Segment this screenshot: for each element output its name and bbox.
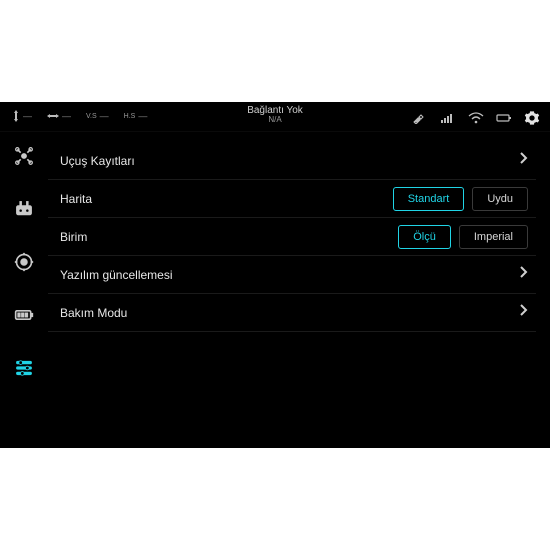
chevron-right-icon: [518, 265, 528, 284]
unit-segmented: Ölçü Imperial: [398, 225, 528, 249]
status-subtitle: N/A: [247, 116, 303, 125]
row-label: Harita: [60, 192, 92, 206]
sidebar-item-battery[interactable]: [14, 305, 34, 330]
row-software-update[interactable]: Yazılım güncellemesi: [48, 256, 536, 294]
status-left: — — V.S — H.S —: [12, 110, 148, 122]
top-bar: — — V.S — H.S — Bağlantı Yok N/A: [0, 102, 550, 132]
sidebar-item-general[interactable]: [14, 358, 34, 383]
map-option-satellite[interactable]: Uydu: [472, 187, 528, 211]
sidebar-item-remote[interactable]: [14, 199, 34, 224]
hspeed-indicator: H.S —: [124, 111, 149, 121]
unit-option-metric[interactable]: Ölçü: [398, 225, 451, 249]
app-window: — — V.S — H.S — Bağlantı Yok N/A: [0, 102, 550, 448]
content-body: Uçuş Kayıtları Harita Standart Uydu Biri…: [0, 132, 550, 448]
row-map: Harita Standart Uydu: [48, 180, 536, 218]
chevron-right-icon: [518, 151, 528, 170]
satellite-icon: [412, 112, 428, 124]
altitude-indicator: —: [12, 110, 33, 122]
sidebar: [0, 132, 48, 448]
chevron-right-icon: [518, 303, 528, 322]
row-label: Uçuş Kayıtları: [60, 154, 135, 168]
map-segmented: Standart Uydu: [393, 187, 528, 211]
vspeed-indicator: V.S —: [86, 111, 110, 121]
unit-option-imperial[interactable]: Imperial: [459, 225, 528, 249]
settings-icon[interactable]: [524, 110, 540, 126]
row-label: Bakım Modu: [60, 306, 127, 320]
connection-status: Bağlantı Yok N/A: [247, 105, 303, 125]
row-label: Yazılım güncellemesi: [60, 268, 173, 282]
map-option-standard[interactable]: Standart: [393, 187, 465, 211]
battery-icon: [496, 112, 512, 124]
row-flight-records[interactable]: Uçuş Kayıtları: [48, 142, 536, 180]
sidebar-item-gimbal[interactable]: [14, 252, 34, 277]
wifi-icon: [468, 112, 484, 124]
row-label: Birim: [60, 230, 87, 244]
sidebar-item-drone[interactable]: [14, 146, 34, 171]
row-unit: Birim Ölçü Imperial: [48, 218, 536, 256]
settings-list: Uçuş Kayıtları Harita Standart Uydu Biri…: [48, 132, 550, 448]
status-right: [412, 110, 540, 126]
distance-indicator: —: [47, 111, 72, 121]
row-maintenance[interactable]: Bakım Modu: [48, 294, 536, 332]
rc-signal-icon: [440, 112, 456, 124]
